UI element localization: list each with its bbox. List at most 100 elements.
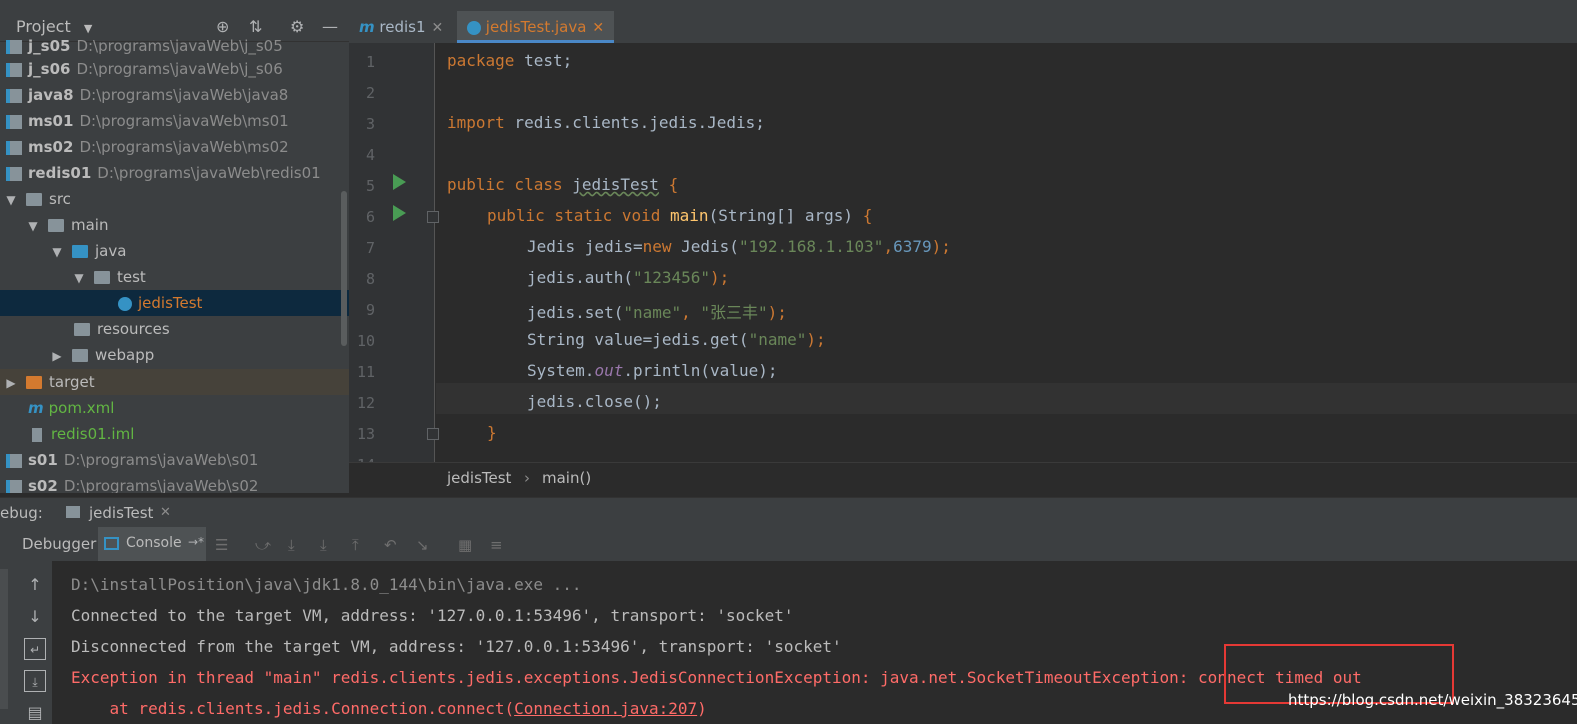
brace: { (862, 206, 873, 225)
project-scrollbar[interactable] (341, 191, 347, 346)
tab-label: jedisTest.java (485, 18, 587, 36)
code-line-8: jedis.auth("123456"); (527, 268, 729, 287)
expanded-arrow-icon[interactable]: ▼ (4, 187, 18, 213)
tree-item-name: java8 (28, 86, 74, 104)
tree-item-s01[interactable]: s01 D:\programs\javaWeb\s01 (0, 447, 349, 473)
soft-wrap-icon[interactable]: ↵ (24, 638, 46, 660)
close-icon[interactable]: ✕ (592, 20, 604, 36)
evaluate-icon[interactable]: ▦ (458, 536, 472, 554)
punctuation: ); (931, 237, 951, 256)
breadcrumb-item-method[interactable]: main() (542, 463, 591, 494)
run-gutter-icon[interactable] (393, 174, 406, 190)
code-line-6: public static void main(String[] args) { (487, 206, 872, 225)
tree-item-redis01-iml[interactable]: redis01.iml (0, 421, 349, 447)
tree-item-test[interactable]: ▼ test (0, 264, 349, 290)
folder-icon (48, 219, 64, 232)
java-class-icon (118, 296, 132, 311)
breadcrumb-item-class[interactable]: jedisTest (447, 463, 511, 494)
run-to-cursor-icon[interactable]: ↘ (416, 536, 429, 554)
line-number: 8 (365, 270, 375, 288)
fold-marker-icon[interactable] (427, 211, 439, 223)
tree-item-name: src (49, 190, 71, 208)
string-literal: "123456" (632, 268, 711, 287)
module-icon (6, 88, 22, 103)
tree-item-ms02[interactable]: ms02 D:\programs\javaWeb\ms02 (0, 134, 349, 160)
tree-item-jedisTest[interactable]: jedisTest (0, 290, 349, 316)
tree-item-j_s06[interactable]: j_s06 D:\programs\javaWeb\j_s06 (0, 56, 349, 82)
tree-item-java8[interactable]: java8 D:\programs\javaWeb\java8 (0, 82, 349, 108)
tree-item-resources[interactable]: resources (0, 316, 349, 342)
punctuation: , (883, 237, 894, 256)
collapsed-arrow-icon[interactable]: ▶ (4, 370, 18, 396)
tree-item-src[interactable]: ▼ src (0, 186, 349, 212)
console-tab-label: Console (126, 535, 182, 551)
tree-item-target[interactable]: ▶ target (0, 369, 349, 395)
code-text: jedis.set( (527, 303, 624, 322)
tab-debugger[interactable]: Debugger (22, 535, 96, 553)
line-number: 12 (356, 394, 375, 412)
step-out-icon[interactable]: ⤒ (352, 536, 359, 554)
arrow-down-icon[interactable]: ↓ (24, 606, 46, 628)
step-over-icon[interactable]: ⤓ (288, 536, 295, 554)
tree-item-s02[interactable]: s02 D:\programs\javaWeb\s02 (0, 473, 349, 493)
pin-icon[interactable]: →* (188, 535, 204, 549)
line-number: 4 (365, 146, 375, 164)
tab-jedisTest[interactable]: jedisTest.java ✕ (457, 11, 615, 43)
tree-item-name: target (49, 373, 95, 391)
project-panel: Project ▼ ⊕ ⇅ ⚙ — j_s05 D:\programs\javaW… (0, 11, 349, 493)
console-side-toolbar: ↑ ↓ ↵ ⤓ ▤ (16, 561, 53, 724)
expanded-arrow-icon[interactable]: ▼ (72, 265, 86, 291)
debug-left-actions (0, 561, 16, 724)
arrow-up-icon[interactable]: ↑ (24, 574, 46, 596)
console-stack-line: at redis.clients.jedis.Connection.connec… (71, 699, 707, 718)
keyword: package (447, 51, 515, 70)
tree-item-name: java (95, 242, 127, 260)
close-icon[interactable]: ✕ (160, 498, 171, 528)
string-literal: "name" (748, 330, 807, 349)
layout-icon[interactable]: ☰ (215, 536, 228, 554)
step-into-icon[interactable]: ⤓ (320, 536, 327, 554)
expanded-arrow-icon[interactable]: ▼ (50, 239, 64, 265)
tree-item-pom[interactable]: m pom.xml (0, 395, 349, 421)
console-error-line: Exception in thread "main" redis.clients… (71, 668, 1362, 687)
code-text: jedis.close(); (527, 392, 662, 411)
drop-frame-icon[interactable]: ↶ (384, 536, 397, 554)
close-icon[interactable]: ✕ (432, 20, 444, 36)
maven-icon: m (28, 399, 44, 417)
tree-item-name: main (71, 216, 109, 234)
tree-item-ms01[interactable]: ms01 D:\programs\javaWeb\ms01 (0, 108, 349, 134)
fold-marker-icon[interactable] (427, 428, 439, 440)
code-editor[interactable]: 1 2 3 4 5 6 7 8 9 10 11 12 13 14 package… (349, 43, 1577, 462)
scroll-to-end-icon[interactable]: ⤓ (24, 670, 46, 692)
string-literal: "张三丰" (700, 303, 768, 322)
punctuation: , (681, 303, 701, 322)
action-strip (0, 569, 8, 709)
tree-item-java[interactable]: ▼ java (0, 238, 349, 264)
number-literal: 6379 (893, 237, 932, 256)
tab-redis1[interactable]: m redis1 ✕ (359, 11, 443, 43)
trace-icon[interactable]: ≡ (490, 536, 503, 554)
tree-item-webapp[interactable]: ▶ webapp (0, 342, 349, 368)
show-execution-point-icon[interactable]: ⤻ (255, 536, 271, 554)
code-line-1: package test; (447, 51, 572, 70)
console-icon (104, 537, 119, 550)
tree-item-main[interactable]: ▼ main (0, 212, 349, 238)
debug-session-tab[interactable]: jedisTest (89, 498, 153, 528)
code-text: .println(value); (623, 361, 778, 380)
static-field: out (594, 361, 624, 380)
source-folder-icon (72, 245, 88, 258)
stack-link[interactable]: Connection.java:207 (514, 699, 697, 718)
debug-toolbar: Debugger Console →* ☰ ⤻ ⤓ ⤓ ⤒ ↶ ↘ ▦ ≡ (0, 527, 1577, 562)
class-name: jedisTest (572, 175, 659, 194)
java-class-icon (467, 20, 481, 35)
expanded-arrow-icon[interactable]: ▼ (26, 213, 40, 239)
tree-item-redis01[interactable]: redis01 D:\programs\javaWeb\redis01 (0, 160, 349, 186)
print-icon[interactable]: ▤ (24, 702, 46, 724)
tab-console[interactable]: Console →* (98, 527, 206, 561)
code-text: Jedis jedis= (527, 237, 643, 256)
keyword: new (642, 237, 672, 256)
excluded-folder-icon (26, 376, 42, 389)
run-gutter-icon[interactable] (393, 205, 406, 221)
collapsed-arrow-icon[interactable]: ▶ (50, 343, 64, 369)
watermark-text: https://blog.csdn.net/weixin_38323645 (1288, 691, 1577, 709)
